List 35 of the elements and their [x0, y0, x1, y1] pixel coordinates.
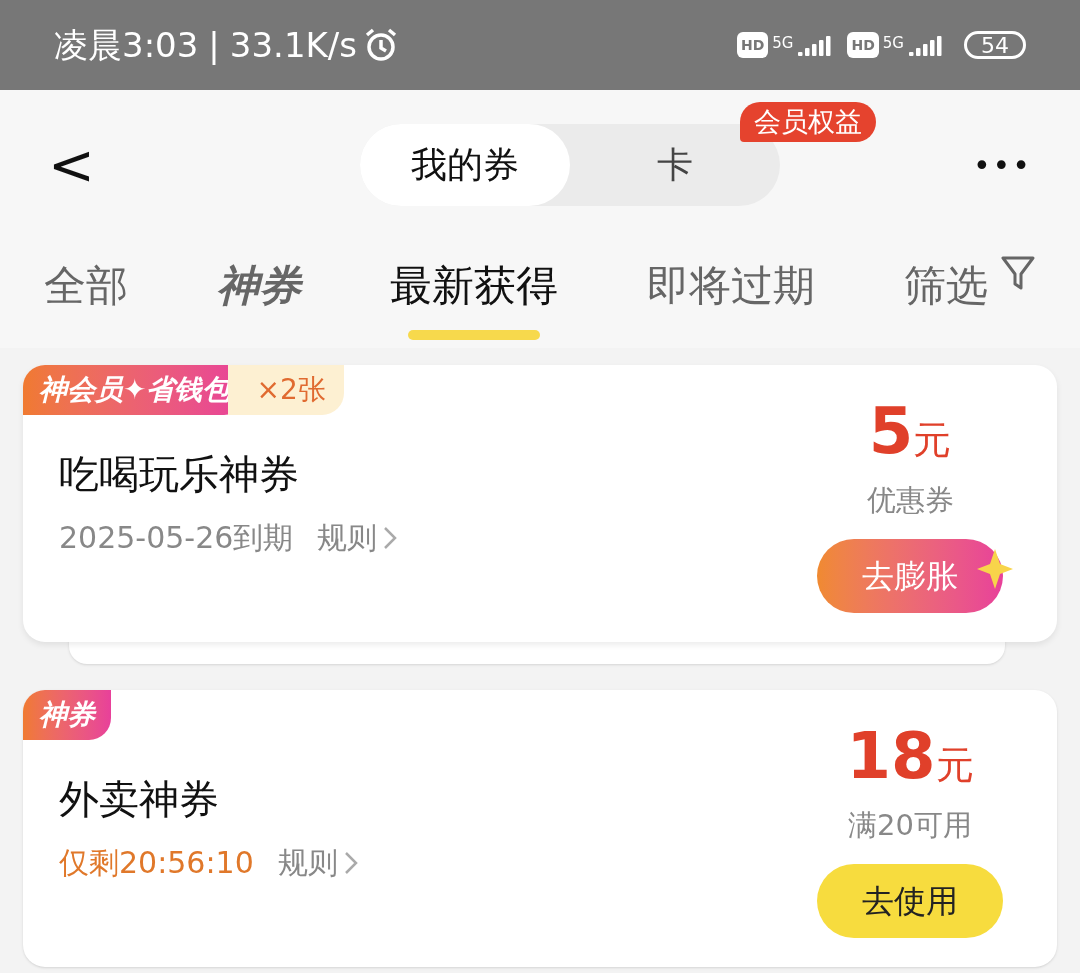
coupon-title: 外卖神券 [59, 775, 220, 824]
coupon-title: 吃喝玩乐神券 [59, 450, 300, 499]
back-button[interactable]: < [48, 123, 88, 207]
hd-badge: HD [847, 32, 879, 58]
status-time: 凌晨3:03 [54, 23, 199, 67]
segment-tab[interactable]: 我的券 [360, 124, 571, 206]
signal-icon [908, 36, 944, 58]
signal-icon [797, 36, 834, 58]
rules-link[interactable]: 规则 [317, 515, 398, 560]
count-label: ×2张 [228, 365, 344, 415]
filter-tab[interactable]: 即将过期 [647, 248, 815, 340]
network-type: 5G [772, 33, 794, 54]
rules-link[interactable]: 规则 [277, 840, 358, 885]
network-speed: 33.1K/s [229, 23, 357, 67]
coupon-amount: 18元 [846, 724, 974, 794]
status-separator: | [208, 23, 220, 67]
chevron-right-icon [383, 525, 398, 550]
coupon-button[interactable]: 去使用 [817, 863, 1003, 938]
coupon-button[interactable]: 去膨胀 [817, 538, 1003, 613]
more-button[interactable]: ••• [972, 142, 1032, 188]
chevron-right-icon [343, 850, 358, 875]
coupon-condition: 满20可用 [848, 807, 972, 844]
coupon-amount: 5元 [868, 399, 952, 469]
filter-tab[interactable]: 筛选 [904, 248, 1036, 340]
expiry-text: 2025-05-26到期 [59, 519, 294, 557]
hd-badge: HD [736, 32, 769, 58]
filter-tab[interactable]: 最新获得 [390, 248, 558, 340]
filter-tab[interactable]: 全部 [44, 248, 128, 340]
member-badge: 会员权益 [740, 102, 877, 142]
expiry-text: 仅剩20:56:10 [59, 844, 254, 882]
battery-indicator: 54 [964, 31, 1026, 59]
network-type: 5G [882, 33, 904, 54]
coupon-condition: 优惠券 [866, 482, 954, 519]
alarm-icon [363, 27, 399, 63]
coupon-tag: 神券 [23, 690, 111, 740]
